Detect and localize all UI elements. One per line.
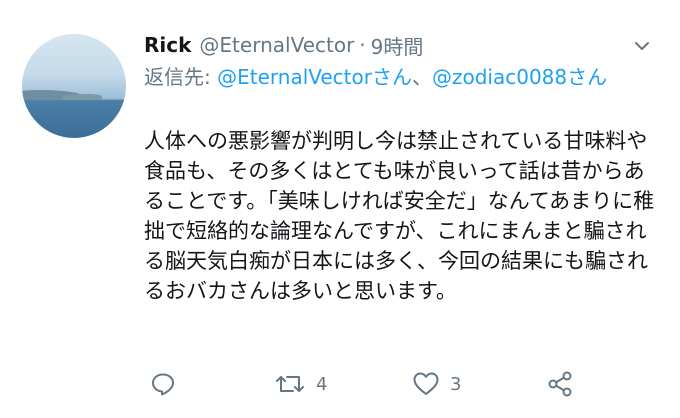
author-handle[interactable]: @EternalVector xyxy=(199,33,354,57)
tweet-text: 人体への悪影響が判明し今は禁止されている甘味料や食品も、その多くはとても味が良い… xyxy=(144,129,655,303)
heart-icon xyxy=(412,371,440,397)
reply-icon xyxy=(150,371,176,397)
like-button[interactable]: 3 xyxy=(412,366,461,402)
retweet-icon xyxy=(274,371,306,397)
tweet-header: Rick @EternalVector · 9時間 xyxy=(144,30,656,60)
share-button[interactable] xyxy=(546,366,574,402)
chevron-down-icon[interactable] xyxy=(632,36,652,56)
reply-prefix: 返信先: xyxy=(144,65,218,89)
avatar[interactable] xyxy=(22,34,126,138)
tweet-actions: 4 3 xyxy=(144,366,614,402)
tweet-timestamp[interactable]: 9時間 xyxy=(371,31,424,60)
author-name[interactable]: Rick xyxy=(144,33,191,57)
reply-button[interactable] xyxy=(150,366,176,402)
reply-separator: 、 xyxy=(411,65,432,89)
separator-dot: · xyxy=(359,33,366,57)
avatar-landscape xyxy=(62,94,102,100)
reply-mention-1[interactable]: @EternalVectorさん xyxy=(217,65,412,89)
reply-context: 返信先: @EternalVectorさん、@zodiac0088さん xyxy=(144,62,644,92)
share-icon xyxy=(546,370,574,398)
like-count: 3 xyxy=(450,373,462,395)
reply-mention-2[interactable]: @zodiac0088さん xyxy=(432,65,607,89)
retweet-count: 4 xyxy=(316,373,328,395)
retweet-button[interactable]: 4 xyxy=(274,366,327,402)
